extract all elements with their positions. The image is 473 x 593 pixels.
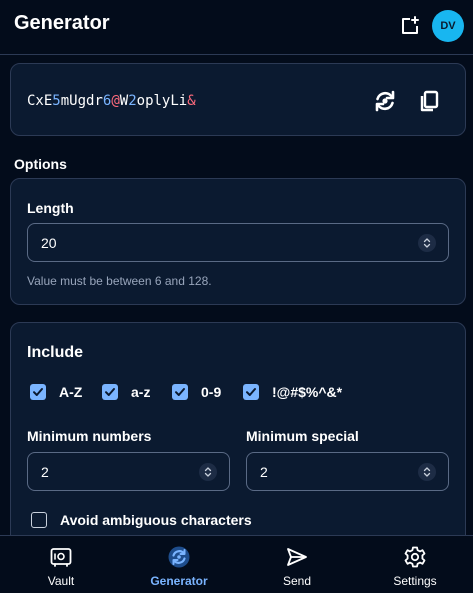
min-special-label: Minimum special <box>246 428 359 444</box>
regenerate-icon[interactable] <box>373 89 397 113</box>
generated-password: CxE5mUgdr6@W2oplyLi& <box>27 93 196 109</box>
password-segment: 2 <box>128 93 137 109</box>
min-numbers-label: Minimum numbers <box>27 428 152 444</box>
nav-settings[interactable]: Settings <box>356 536 473 593</box>
length-stepper[interactable]: 20 <box>27 223 449 262</box>
length-card: Length 20 Value must be between 6 and 12… <box>10 178 466 305</box>
stepper-arrows-icon[interactable] <box>418 463 436 481</box>
special-label: !@#$%^&* <box>272 384 343 400</box>
password-segment: W <box>119 93 129 109</box>
avatar[interactable]: DV <box>432 10 464 42</box>
checkbox-checked-icon[interactable] <box>30 384 46 400</box>
nav-settings-label: Settings <box>393 574 437 588</box>
new-item-icon[interactable] <box>400 16 420 36</box>
special-checkbox[interactable]: !@#$%^&* <box>243 383 342 401</box>
password-segment: mUgdr <box>60 93 103 109</box>
password-card: CxE5mUgdr6@W2oplyLi& <box>10 63 466 136</box>
generator-icon <box>167 545 191 569</box>
min-special-value: 2 <box>260 464 268 480</box>
stepper-arrows-icon[interactable] <box>199 463 217 481</box>
checkbox-unchecked-icon[interactable] <box>31 512 47 528</box>
checkbox-checked-icon[interactable] <box>102 384 118 400</box>
nav-send-label: Send <box>282 574 312 588</box>
nav-vault-label: Vault <box>47 574 75 588</box>
stepper-arrows-icon[interactable] <box>418 234 436 252</box>
nav-generator[interactable]: Generator <box>120 536 238 593</box>
checkbox-checked-icon[interactable] <box>172 384 188 400</box>
nav-send[interactable]: Send <box>238 536 356 593</box>
include-card: Include A-Z a-z 0-9 !@#$%^&* Minimum num… <box>10 322 466 562</box>
vault-icon <box>49 545 73 569</box>
ambiguous-label: Avoid ambiguous characters <box>60 512 252 528</box>
lower-checkbox[interactable]: a-z <box>102 383 150 401</box>
generator-app: Generator DV CxE5mUgdr6@W2oplyLi& Option… <box>0 0 473 593</box>
length-value: 20 <box>41 235 57 251</box>
password-segment: oplyLi <box>136 93 188 109</box>
lower-label: a-z <box>131 384 151 400</box>
digits-label: 0-9 <box>201 384 222 400</box>
password-segment: @ <box>111 93 120 109</box>
password-segment: 5 <box>52 93 61 109</box>
options-heading: Options <box>14 156 67 172</box>
min-numbers-stepper[interactable]: 2 <box>27 452 230 491</box>
send-icon <box>285 545 309 569</box>
min-special-stepper[interactable]: 2 <box>246 452 449 491</box>
upper-label: A-Z <box>59 384 83 400</box>
bottom-nav: Vault Generator Send Settings <box>0 535 473 593</box>
min-numbers-value: 2 <box>41 464 49 480</box>
digits-checkbox[interactable]: 0-9 <box>172 383 221 401</box>
page-title: Generator <box>14 12 110 34</box>
checkbox-checked-icon[interactable] <box>243 384 259 400</box>
header: Generator DV <box>0 0 473 55</box>
length-label: Length <box>27 200 74 216</box>
gear-icon <box>403 545 427 569</box>
password-segment: CxE <box>27 93 53 109</box>
password-segment: & <box>187 93 196 109</box>
nav-vault[interactable]: Vault <box>2 536 120 593</box>
ambiguous-checkbox[interactable]: Avoid ambiguous characters <box>31 511 252 529</box>
upper-checkbox[interactable]: A-Z <box>30 383 82 401</box>
include-heading: Include <box>27 344 84 361</box>
copy-icon[interactable] <box>417 89 441 113</box>
length-hint: Value must be between 6 and 128. <box>27 274 212 288</box>
nav-generator-label: Generator <box>150 574 208 588</box>
